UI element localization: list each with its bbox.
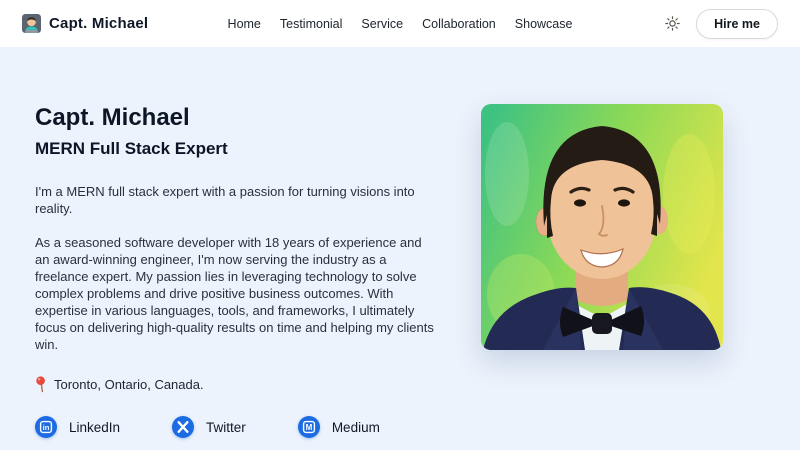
social-links: in LinkedIn Twitter M (35, 416, 439, 438)
nav-item-showcase[interactable]: Showcase (515, 17, 573, 31)
hero-intro: I'm a MERN full stack expert with a pass… (35, 183, 439, 217)
brand-name: Capt. Michael (49, 15, 148, 32)
theme-toggle-button[interactable] (662, 14, 682, 34)
medium-link[interactable]: M Medium (298, 416, 380, 438)
hero-text-column: Capt. Michael MERN Full Stack Expert I'm… (35, 104, 439, 438)
pushpin-icon (35, 376, 47, 393)
hero-section: Capt. Michael MERN Full Stack Expert I'm… (0, 47, 800, 450)
nav-item-home[interactable]: Home (228, 17, 261, 31)
navbar: Capt. Michael Home Testimonial Service C… (0, 0, 800, 47)
linkedin-icon: in (35, 416, 57, 438)
main-nav: Home Testimonial Service Collaboration S… (228, 0, 573, 47)
profile-photo (481, 104, 723, 350)
twitter-label: Twitter (206, 420, 246, 435)
medium-icon: M (298, 416, 320, 438)
hero-role: MERN Full Stack Expert (35, 138, 439, 159)
medium-label: Medium (332, 420, 380, 435)
sun-icon (664, 15, 681, 32)
hero-name: Capt. Michael (35, 104, 439, 132)
nav-item-collaboration[interactable]: Collaboration (422, 17, 496, 31)
location-text: Toronto, Ontario, Canada. (54, 377, 204, 392)
navbar-controls: Hire me (662, 9, 778, 39)
location: Toronto, Ontario, Canada. (35, 376, 439, 393)
linkedin-label: LinkedIn (69, 420, 120, 435)
nav-item-testimonial[interactable]: Testimonial (280, 17, 343, 31)
nav-item-service[interactable]: Service (361, 17, 403, 31)
twitter-link[interactable]: Twitter (172, 416, 246, 438)
twitter-x-icon (172, 416, 194, 438)
brand[interactable]: Capt. Michael (22, 14, 148, 33)
linkedin-link[interactable]: in LinkedIn (35, 416, 120, 438)
hire-me-button[interactable]: Hire me (696, 9, 778, 39)
technologist-logo-icon (22, 14, 41, 33)
svg-text:in: in (43, 423, 50, 432)
hero-bio: As a seasoned software developer with 18… (35, 234, 439, 353)
svg-text:M: M (305, 423, 312, 432)
